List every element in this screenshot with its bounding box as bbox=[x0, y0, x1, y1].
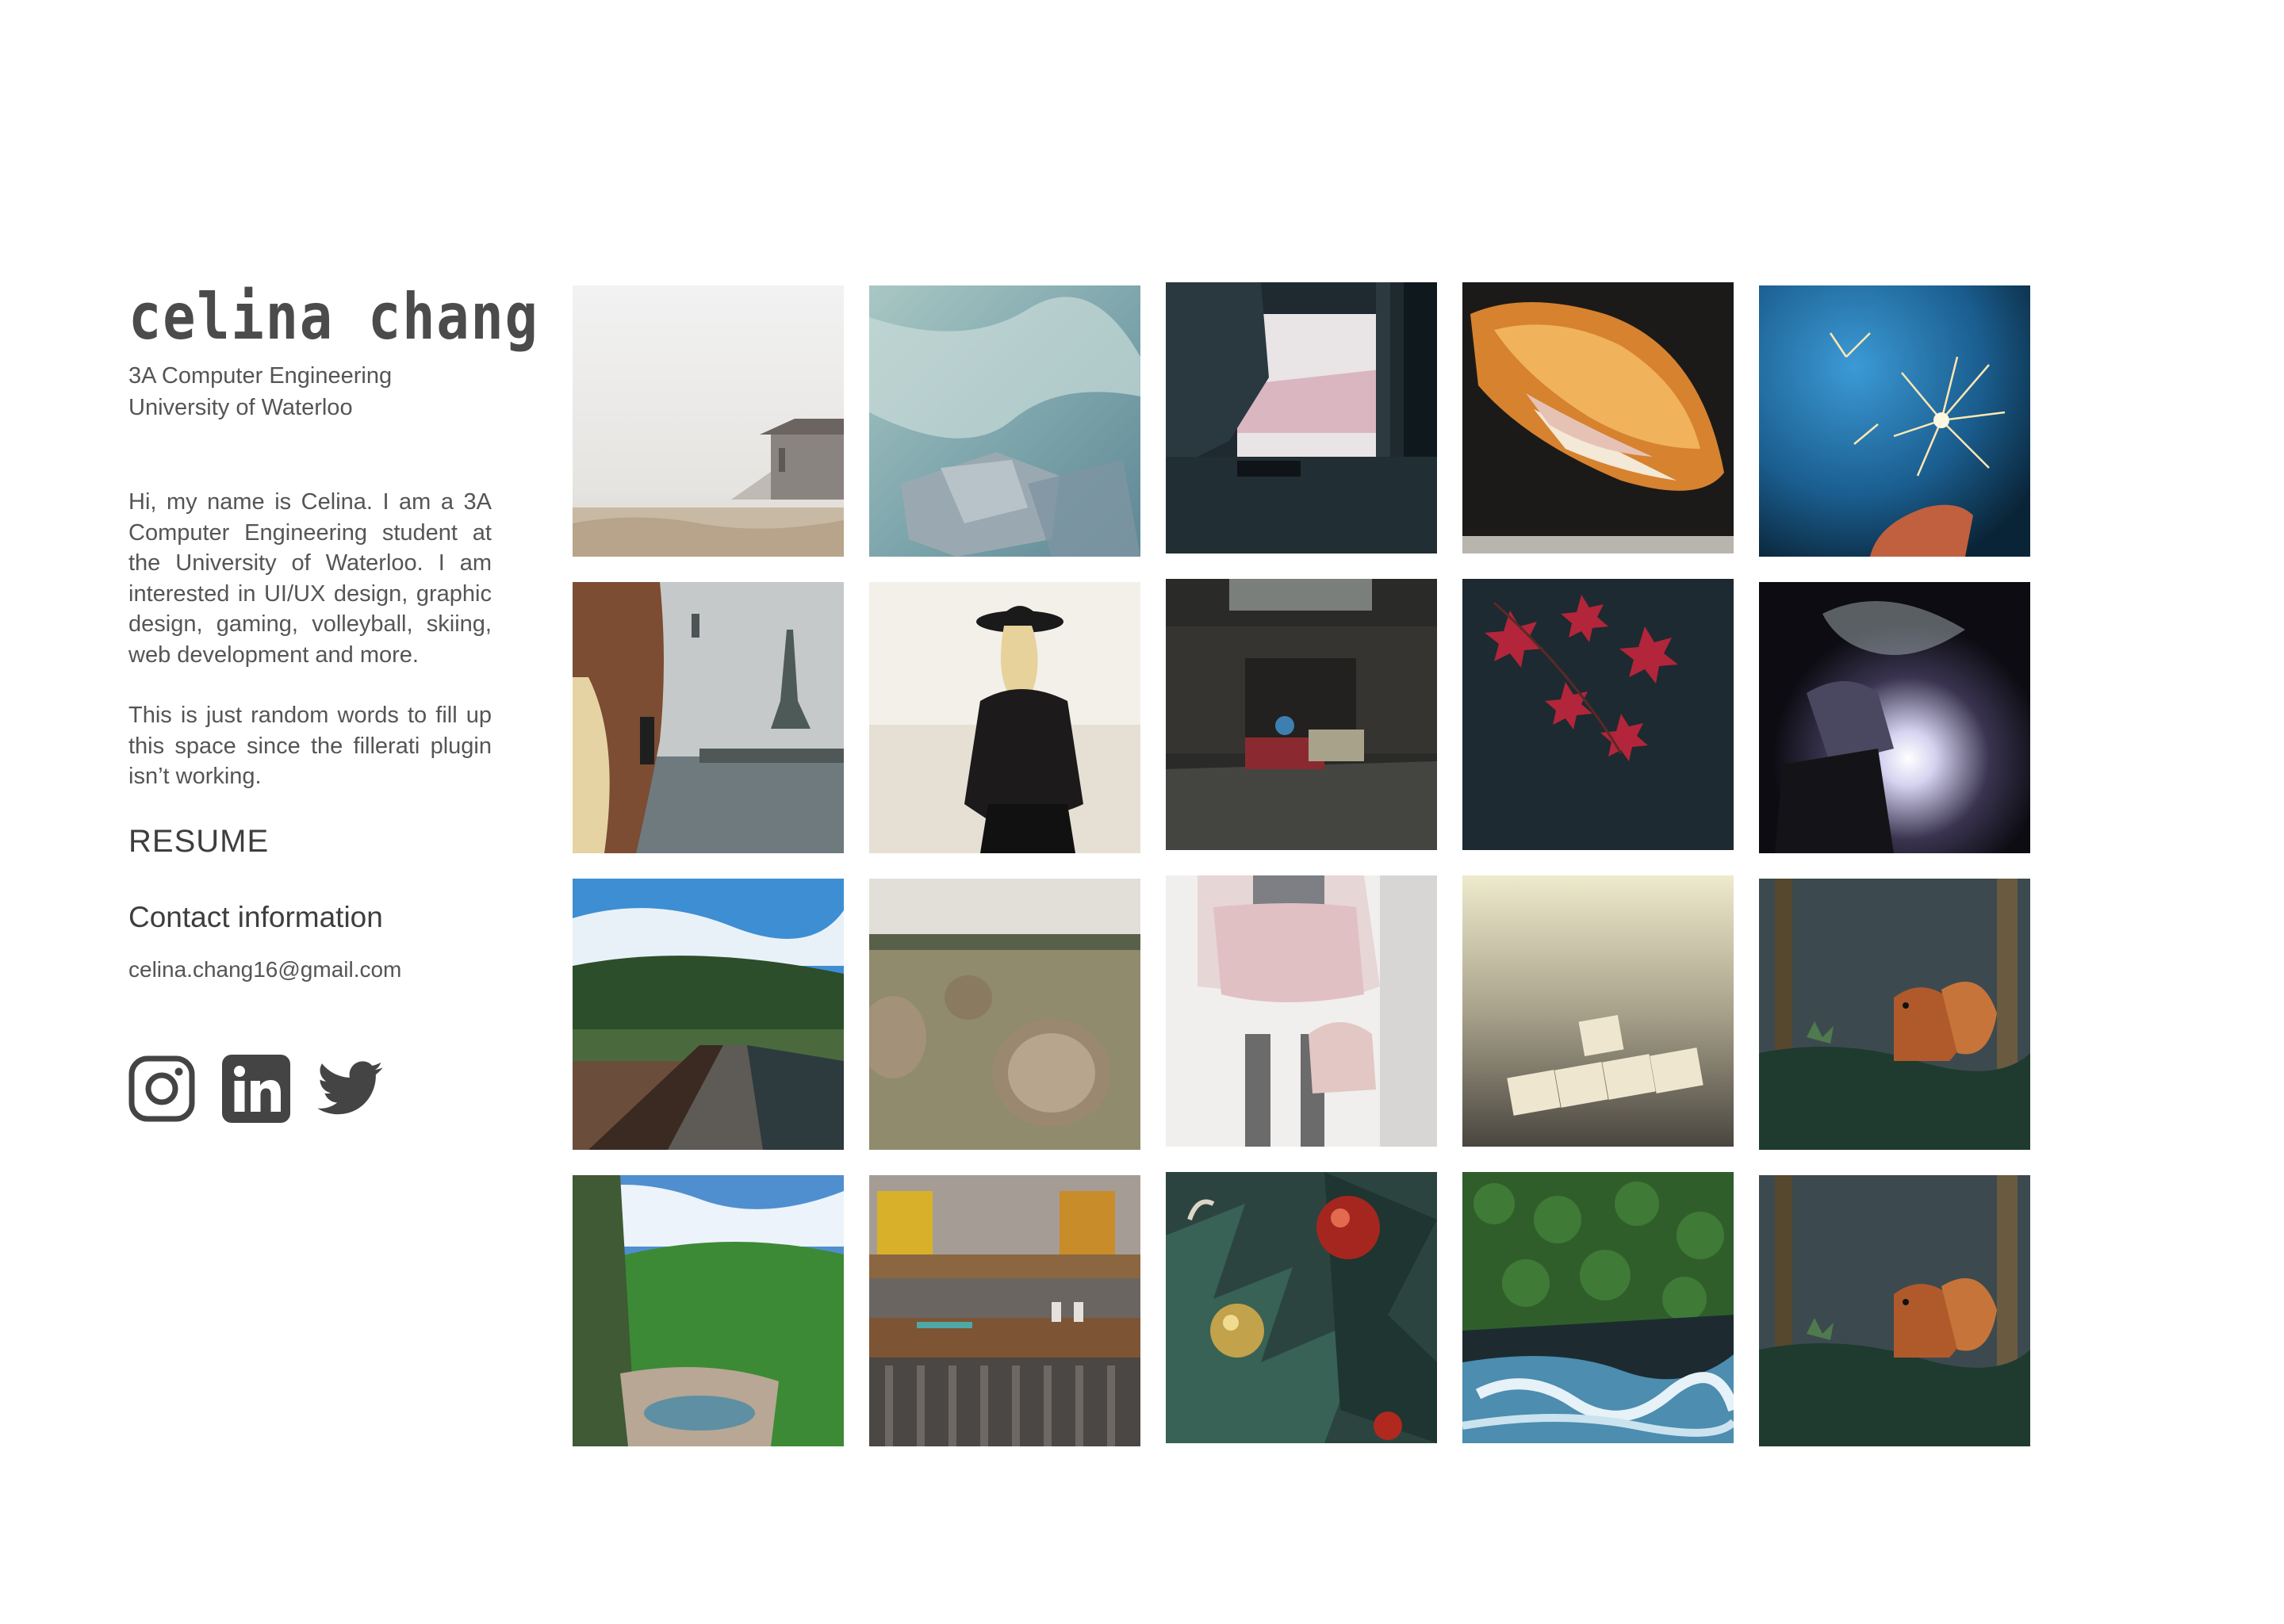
squirrel-image bbox=[1759, 1175, 2030, 1446]
photo-tile-forest-river[interactable] bbox=[1462, 1172, 1734, 1443]
squirrel-image bbox=[1759, 879, 2030, 1150]
canyon-image bbox=[573, 1175, 844, 1446]
hat-woman-image bbox=[869, 582, 1140, 853]
liberty-image bbox=[573, 582, 844, 853]
maple-leaves-image bbox=[1462, 579, 1734, 850]
resume-link[interactable]: RESUME bbox=[128, 822, 492, 860]
instagram-icon bbox=[128, 1055, 195, 1122]
photo-tile-cafe-table[interactable] bbox=[869, 1175, 1140, 1446]
profile-subtitle: 3A Computer Engineering University of Wa… bbox=[128, 360, 492, 423]
sidebar: celina chang 3A Computer Engineering Uni… bbox=[128, 280, 539, 984]
pink-skirt-image bbox=[1166, 875, 1437, 1147]
email-link[interactable]: celina.chang16@gmail.com bbox=[128, 956, 492, 984]
photo-tile-sparkler[interactable] bbox=[1759, 285, 2030, 557]
photo-tile-maple[interactable] bbox=[1462, 579, 1734, 850]
photo-tile-railway[interactable] bbox=[573, 879, 844, 1150]
photo-tile-canyon[interactable] bbox=[573, 1175, 844, 1446]
forest-river-image bbox=[1462, 1172, 1734, 1443]
photo-tile-christmas[interactable] bbox=[1166, 1172, 1437, 1443]
photo-tile-hay[interactable] bbox=[869, 879, 1140, 1150]
photo-tile-scrabble[interactable] bbox=[1462, 875, 1734, 1147]
photo-tile-liberty[interactable] bbox=[573, 582, 844, 853]
photo-tile-baguette[interactable] bbox=[1462, 282, 1734, 553]
bio-paragraph: Hi, my name is Celina. I am a 3A Compute… bbox=[128, 489, 492, 668]
cafe-table-image bbox=[869, 1175, 1140, 1446]
profile-school: University of Waterloo bbox=[128, 395, 353, 420]
social-links bbox=[128, 1055, 411, 1123]
photo-tile-window[interactable] bbox=[1166, 282, 1437, 553]
sparkler-image bbox=[1759, 285, 2030, 557]
glacier-image bbox=[869, 285, 1140, 557]
photo-tile-dark-hall[interactable] bbox=[1166, 579, 1437, 850]
window-image bbox=[1166, 282, 1437, 553]
christmas-tree-image bbox=[1166, 1172, 1437, 1443]
bio: Hi, my name is Celina. I am a 3A Compute… bbox=[128, 487, 492, 792]
baguette-image bbox=[1462, 282, 1734, 553]
photo-tile-welder[interactable] bbox=[1759, 582, 2030, 853]
photo-tile-hat-woman[interactable] bbox=[869, 582, 1140, 853]
hay-bales-image bbox=[869, 879, 1140, 1150]
photo-tile-glacier[interactable] bbox=[869, 285, 1140, 557]
contact-heading: Contact information bbox=[128, 900, 383, 933]
photo-tile-squirrel[interactable] bbox=[1759, 879, 2030, 1150]
linkedin-link[interactable] bbox=[222, 1055, 290, 1123]
photo-tile-pink-skirt[interactable] bbox=[1166, 875, 1437, 1147]
twitter-link[interactable] bbox=[317, 1060, 384, 1117]
linkedin-icon bbox=[222, 1055, 290, 1123]
railway-image bbox=[573, 879, 844, 1150]
twitter-icon bbox=[317, 1061, 383, 1115]
foggy-barn-image bbox=[573, 285, 844, 557]
photo-tile-squirrel-2[interactable] bbox=[1759, 1175, 2030, 1446]
photo-tile-foggy-barn[interactable] bbox=[573, 285, 844, 557]
scrabble-image bbox=[1462, 875, 1734, 1147]
welder-image bbox=[1759, 582, 2030, 853]
bio-paragraph: This is just random words to fill up thi… bbox=[128, 703, 492, 789]
profile-program: 3A Computer Engineering bbox=[128, 363, 393, 389]
portfolio-page: celina chang 3A Computer Engineering Uni… bbox=[0, 0, 2284, 1624]
instagram-link[interactable] bbox=[128, 1055, 195, 1122]
dark-hall-image bbox=[1166, 579, 1437, 850]
profile-name: celina chang bbox=[128, 280, 539, 354]
